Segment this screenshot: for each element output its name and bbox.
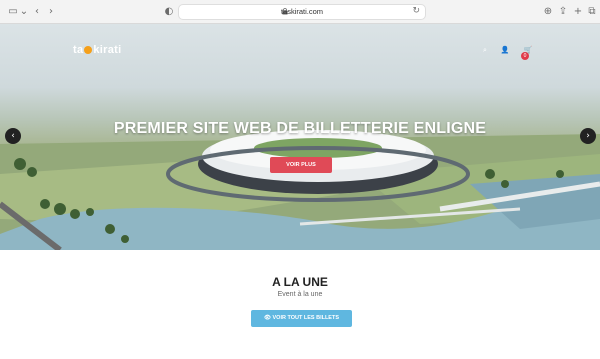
user-icon[interactable]: 👤 <box>501 46 510 55</box>
section-subtitle: Event à la une <box>277 291 323 298</box>
share-icon[interactable]: ⇪ <box>556 5 570 19</box>
reload-icon[interactable]: ↻ <box>412 6 420 16</box>
chevron-down-icon[interactable]: ⌄ <box>17 5 31 19</box>
chevron-right-icon[interactable]: › <box>44 5 58 19</box>
logo-dot <box>84 46 93 54</box>
view-all-tickets-button[interactable]: 👁 VOIR TOUT LES BILLETS <box>251 310 352 327</box>
hero-title: PREMIER SITE WEB DE BILLETTERIE ENLIGNE <box>113 120 487 137</box>
search-icon[interactable]: ⌕ <box>483 46 487 55</box>
tabs-icon[interactable]: ⧉ <box>585 5 599 19</box>
plus-icon[interactable]: + <box>571 5 585 19</box>
shield-icon[interactable]: ◐ <box>162 5 176 19</box>
cart-count-badge: 0 <box>521 52 529 60</box>
address-bar[interactable]: taskirati.com ↻ <box>178 4 426 20</box>
site-logo[interactable]: ta kirati <box>73 44 121 56</box>
hero-banner: ta kirati ⌕ 👤 🛒 0 ‹ › PREMIER SITE WEB DE… <box>0 24 600 250</box>
section-title: A LA UNE <box>272 275 328 289</box>
voir-plus-button[interactable]: VOIR PLUS <box>270 157 332 173</box>
browser-toolbar: ▭ ⌄ ‹ › ◐ taskirati.com ↻ ⊕ ⇪ + ⧉ <box>0 0 600 24</box>
download-icon[interactable]: ⊕ <box>541 5 555 19</box>
url-text: taskirati.com <box>280 7 324 16</box>
chevron-left-icon[interactable]: ‹ <box>30 5 44 19</box>
